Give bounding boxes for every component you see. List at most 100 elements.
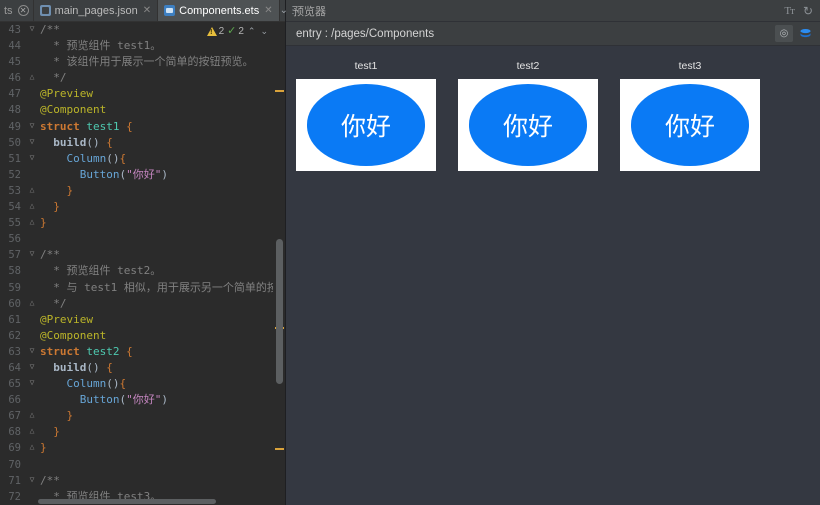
refresh-icon[interactable]: ↻	[803, 5, 813, 17]
code-token: @Component	[40, 328, 107, 342]
code-line[interactable]: 53 △ }	[0, 183, 285, 199]
inspector-focus-icon[interactable]: ◎	[775, 25, 793, 42]
line-number: 44	[8, 40, 21, 53]
preview-hello-button[interactable]: 你好	[307, 84, 425, 166]
warning-marker[interactable]	[275, 448, 284, 450]
vertical-scrollbar[interactable]	[276, 239, 283, 384]
code-fold-icon[interactable]: ▽	[26, 151, 38, 167]
code-fold-icon[interactable]: △	[26, 424, 38, 440]
preview-hello-button[interactable]: 你好	[469, 84, 587, 166]
line-number: 46	[8, 72, 21, 85]
code-fold-icon[interactable]: ▽	[26, 135, 38, 151]
layers-icon[interactable]	[796, 25, 814, 42]
code-line[interactable]: 60 △ */	[0, 296, 285, 312]
code-line[interactable]: 58 * 预览组件 test2。	[0, 263, 285, 279]
code-fold-icon[interactable]: △	[26, 70, 38, 86]
preview-card[interactable]: test1 你好	[296, 60, 436, 171]
code-line[interactable]: 49 ▽ struct test1 {	[0, 119, 285, 135]
code-token: ()	[86, 360, 107, 374]
warning-count: 2	[218, 25, 225, 37]
code-line[interactable]: 45 * 该组件用于展示一个简单的按钮预览。	[0, 54, 285, 70]
editor-tab-ts[interactable]: ts ✕	[0, 0, 34, 21]
code-line[interactable]: 63 ▽ struct test2 {	[0, 344, 285, 360]
close-icon[interactable]: ✕	[143, 5, 151, 16]
chevron-up-icon[interactable]: ⌃	[247, 26, 257, 37]
chevron-down-icon[interactable]: ⌄	[280, 0, 288, 21]
line-number: 43	[8, 24, 21, 36]
json-file-icon	[39, 5, 51, 16]
preview-device-frame[interactable]: 你好	[458, 79, 598, 171]
code-token: test2	[86, 344, 127, 358]
code-line[interactable]: 62 @Component	[0, 328, 285, 344]
code-lines[interactable]: 43 ▽/** 44 * 预览组件 test1。 45 * 该组件用于展示一个简单的按…	[0, 22, 285, 505]
code-line[interactable]: 61 @Preview	[0, 312, 285, 328]
code-fold-icon[interactable]: ▽	[26, 473, 38, 489]
code-fold-icon[interactable]: △	[26, 440, 38, 456]
code-line[interactable]: 50 ▽ build() {	[0, 135, 285, 151]
warning-marker[interactable]	[275, 90, 284, 92]
preview-card[interactable]: test3 你好	[620, 60, 760, 171]
horizontal-scrollbar[interactable]	[38, 499, 216, 504]
code-line[interactable]: 65 ▽ Column(){	[0, 376, 285, 392]
code-fold-icon[interactable]: ▽	[26, 119, 38, 135]
code-line[interactable]: 51 ▽ Column(){	[0, 151, 285, 167]
warning-count-chip[interactable]: 2	[206, 25, 225, 37]
code-fold-icon[interactable]: ▽	[26, 360, 38, 376]
code-fold-icon[interactable]: △	[26, 183, 38, 199]
editor-tab-components-ets[interactable]: Components.ets ✕	[158, 0, 280, 21]
code-line[interactable]: 54 △ }	[0, 199, 285, 215]
code-token: }	[66, 183, 74, 197]
code-fold-icon[interactable]: △	[26, 215, 38, 231]
code-area[interactable]: 2 ✓ 2 ⌃ ⌄ 43▽/**44 * 预览组件 test1。45 * 该组件…	[0, 22, 285, 505]
close-icon[interactable]: ✕	[17, 5, 29, 16]
code-token: struct	[40, 119, 87, 133]
horizontal-scrollbar-track[interactable]	[38, 499, 271, 504]
code-line[interactable]: 70	[0, 457, 285, 473]
code-line[interactable]: 71 ▽/**	[0, 473, 285, 489]
previewer-pane: 预览器 Tᴛ ↻ entry : /pages/Components ◎ tes…	[286, 0, 820, 505]
code-line[interactable]: 46 △ */	[0, 70, 285, 86]
code-token: {	[126, 119, 133, 133]
line-number: 66	[8, 394, 21, 407]
editor-tab-label: ts	[4, 4, 13, 17]
code-line[interactable]: 48 @Component	[0, 102, 285, 118]
code-line[interactable]: 64 ▽ build() {	[0, 360, 285, 376]
code-fold-icon[interactable]: ▽	[26, 344, 38, 360]
line-number: 53	[8, 184, 21, 197]
code-line[interactable]: 59 * 与 test1 相似，用于展示另一个简单的按钮预览。	[0, 280, 285, 296]
text-size-icon[interactable]: Tᴛ	[784, 5, 794, 17]
code-line[interactable]: 67 △ }	[0, 408, 285, 424]
code-line[interactable]: 69 △}	[0, 440, 285, 456]
preview-device-frame[interactable]: 你好	[620, 79, 760, 171]
code-line[interactable]: 55 △}	[0, 215, 285, 231]
code-line[interactable]: 47 @Preview	[0, 86, 285, 102]
code-line[interactable]: 52 Button("你好")	[0, 167, 285, 183]
editor-marker-strip[interactable]	[273, 44, 285, 505]
code-fold-icon[interactable]: △	[26, 296, 38, 312]
inspection-check-count: 2	[238, 25, 244, 37]
code-fold-icon[interactable]: △	[26, 199, 38, 215]
more-options-icon[interactable]: ⋮	[288, 0, 298, 21]
chevron-down-icon[interactable]: ⌄	[259, 26, 269, 37]
code-fold-icon[interactable]: △	[26, 408, 38, 424]
code-line[interactable]: 68 △ }	[0, 424, 285, 440]
preview-card-label: test1	[354, 60, 378, 72]
preview-card[interactable]: test2 你好	[458, 60, 598, 171]
code-line[interactable]: 56	[0, 231, 285, 247]
inspection-check-chip[interactable]: ✓ 2	[227, 25, 244, 37]
code-fold-icon[interactable]: ▽	[26, 247, 38, 263]
editor-tab-main-pages-json[interactable]: main_pages.json ✕	[34, 0, 159, 21]
code-fold-icon[interactable]: ▽	[26, 376, 38, 392]
close-icon[interactable]: ✕	[264, 5, 272, 16]
code-line[interactable]: 44 * 预览组件 test1。	[0, 38, 285, 54]
preview-hello-button[interactable]: 你好	[631, 84, 749, 166]
code-token: */	[40, 71, 67, 85]
preview-device-frame[interactable]: 你好	[296, 79, 436, 171]
code-line[interactable]: 57 ▽/**	[0, 247, 285, 263]
code-token: {	[119, 377, 127, 391]
code-token: }	[66, 409, 74, 423]
code-fold-icon[interactable]: ▽	[26, 22, 38, 38]
code-line[interactable]: 66 Button("你好")	[0, 392, 285, 408]
